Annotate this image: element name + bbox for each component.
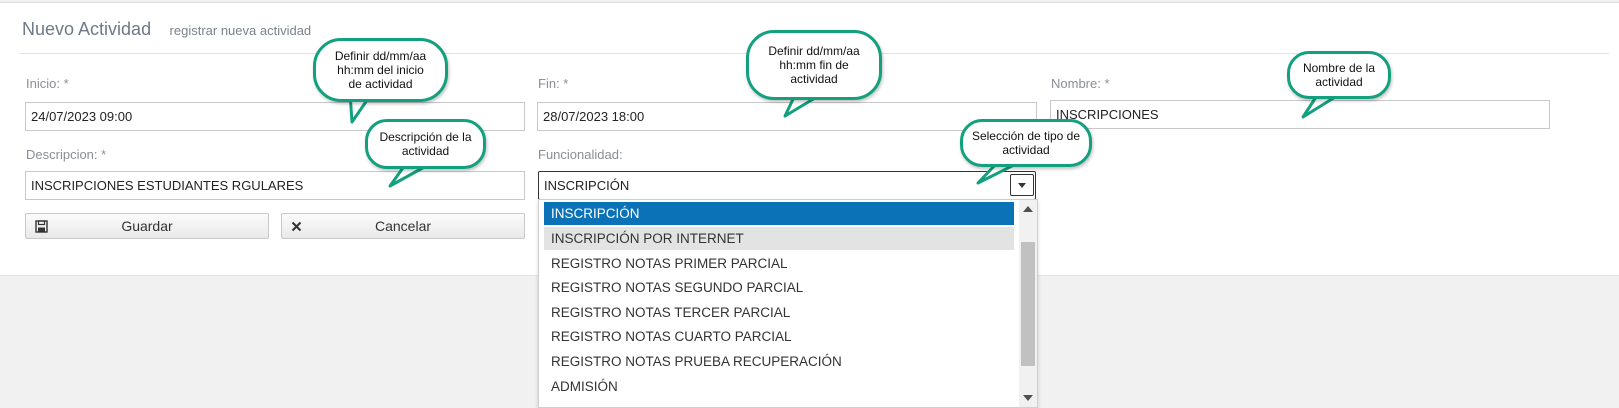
callout-funcionalidad: Selección de tipo de actividad bbox=[960, 119, 1092, 167]
callout-fin-text: Definir dd/mm/aa hh:mm fin de actividad bbox=[768, 44, 860, 86]
callout-descripcion: Descripción de la actividad bbox=[365, 119, 486, 169]
callout-nombre: Nombre de la actividad bbox=[1287, 51, 1391, 99]
callout-inicio: Definir dd/mm/aa hh:mm del inicio de act… bbox=[313, 38, 448, 102]
callout-nombre-text: Nombre de la actividad bbox=[1302, 61, 1376, 89]
callout-inicio-text: Definir dd/mm/aa hh:mm del inicio de act… bbox=[334, 49, 427, 91]
callout-funcionalidad-text: Selección de tipo de actividad bbox=[971, 129, 1081, 157]
callout-fin: Definir dd/mm/aa hh:mm fin de actividad bbox=[746, 30, 882, 100]
callout-descripcion-text: Descripción de la actividad bbox=[379, 130, 472, 158]
